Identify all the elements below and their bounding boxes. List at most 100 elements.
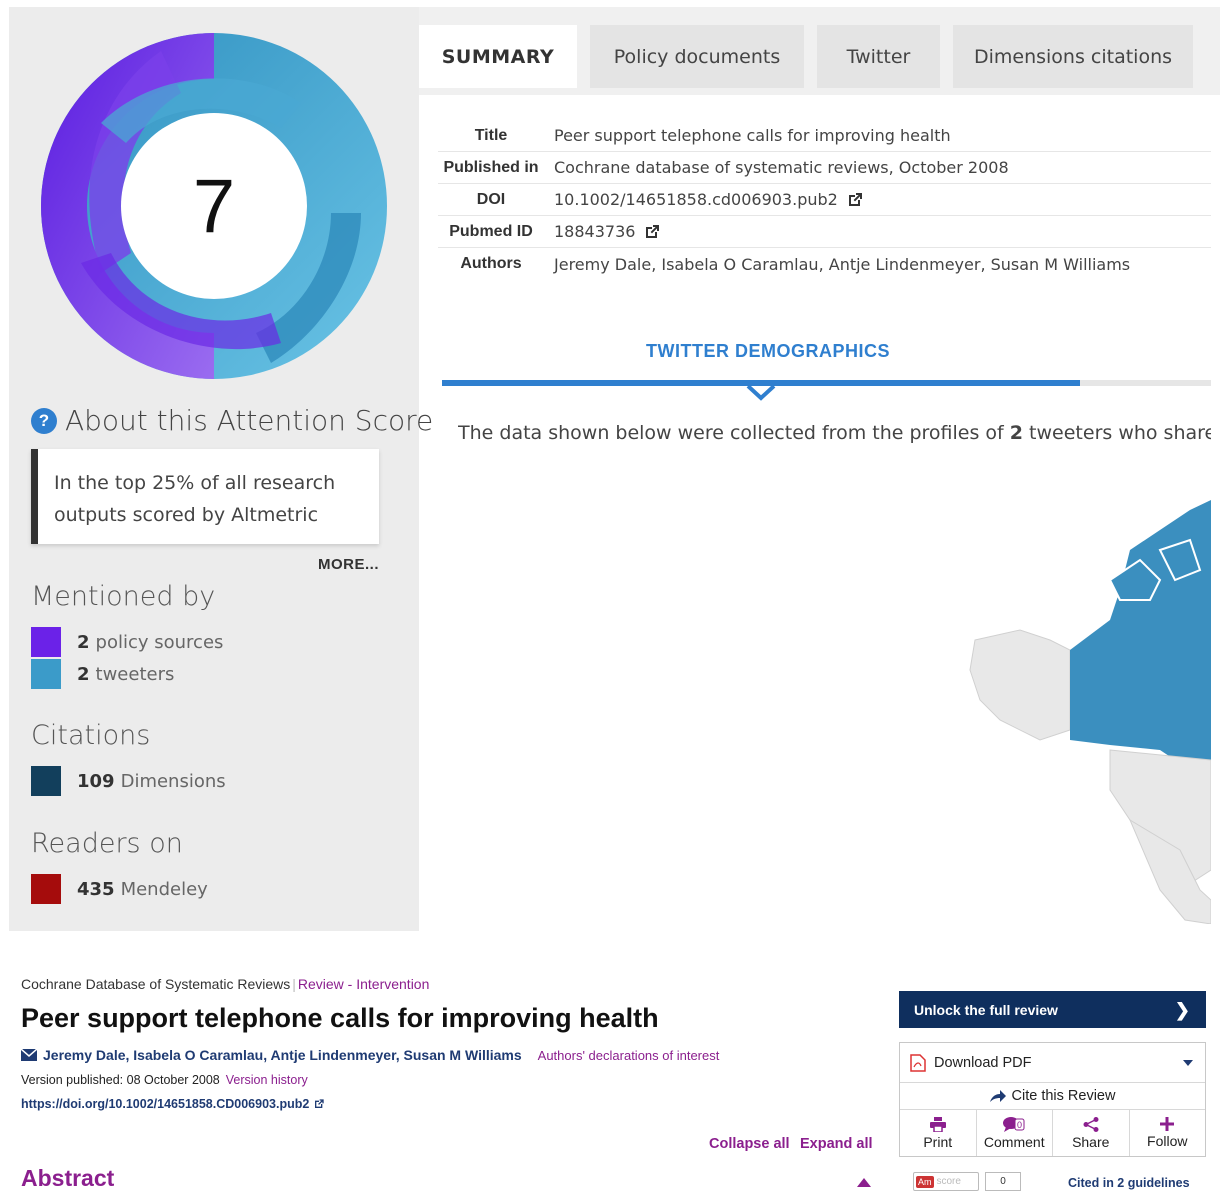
cite-review-button[interactable]: Cite this Review	[900, 1083, 1205, 1110]
policy-count: 2	[77, 631, 90, 653]
summary-table: Title Peer support telephone calls for i…	[438, 120, 1211, 280]
share-label: Share	[1072, 1133, 1110, 1150]
tab-twitter[interactable]: Twitter	[817, 25, 940, 88]
twitter-desc-count: 2	[1009, 422, 1024, 444]
help-icon: ?	[31, 407, 57, 434]
mendeley-count: 435	[77, 878, 115, 900]
expand-all-button[interactable]: Expand all	[800, 1136, 873, 1152]
cite-label: Cite this Review	[1011, 1088, 1116, 1104]
twitter-demographics-bar	[442, 380, 1211, 386]
version-history-link[interactable]: Version history	[226, 1073, 308, 1087]
altmetric-logo: Am	[916, 1175, 934, 1188]
external-link-icon[interactable]	[846, 191, 864, 209]
share-icon	[1083, 1116, 1099, 1132]
version-published: Version published: 08 October 2008	[21, 1073, 220, 1087]
tweeters-count: 2	[77, 663, 90, 685]
twitter-description: The data shown below were collected from…	[458, 422, 1211, 444]
twitter-demographics-title: TWITTER DEMOGRAPHICS	[646, 341, 890, 361]
dimensions-count: 109	[77, 770, 115, 792]
dimensions-swatch	[31, 766, 61, 796]
doi-link[interactable]: 10.1002/14651858.cd006903.pub2	[554, 190, 838, 209]
tab-dimensions-citations[interactable]: Dimensions citations	[953, 25, 1193, 88]
comment-label: Comment	[983, 1133, 1045, 1150]
summary-row-title: Title Peer support telephone calls for i…	[438, 120, 1211, 152]
unlock-label: Unlock the full review	[914, 1001, 1058, 1018]
summary-key: Authors	[460, 255, 522, 272]
altmetric-score-badge: Am score	[913, 1172, 979, 1191]
attention-score: 7	[192, 163, 236, 249]
tweeters-label: tweeters	[95, 663, 175, 685]
journal-name[interactable]: Cochrane Database of Systematic Reviews	[21, 976, 290, 992]
plus-icon	[1160, 1117, 1175, 1131]
authors-line: Jeremy Dale, Isabela O Caramlau, Antje L…	[21, 1047, 719, 1063]
chevron-down-icon	[746, 384, 776, 401]
legend-dimensions[interactable]: 109 Dimensions	[31, 766, 226, 796]
summary-key: Published in	[443, 158, 539, 176]
policy-swatch	[31, 627, 61, 657]
summary-value: Peer support telephone calls for improvi…	[554, 126, 951, 145]
mentioned-by-title: Mentioned by	[31, 581, 216, 612]
altmetric-badge[interactable]: Am score 0	[913, 1172, 1021, 1191]
summary-key: Pubmed ID	[449, 222, 533, 240]
policy-label: policy sources	[95, 631, 224, 653]
external-link-icon[interactable]	[643, 223, 661, 241]
twitter-desc-suffix: tweeters who shared this res	[1029, 422, 1211, 444]
download-pdf-label: Download PDF	[934, 1054, 1032, 1071]
breadcrumb-divider: |	[292, 976, 296, 992]
summary-row-pubmed: Pubmed ID 18843736	[438, 216, 1211, 248]
abstract-heading[interactable]: Abstract	[21, 1165, 114, 1192]
caret-up-icon[interactable]	[857, 1178, 871, 1187]
altmetric-badge-count: 0	[985, 1172, 1021, 1191]
cited-in-guidelines-link[interactable]: Cited in 2 guidelines	[1068, 1176, 1190, 1190]
review-actions: Download PDF Cite this Review Print 0 Co…	[899, 1042, 1206, 1157]
top-percentile-box: In the top 25% of all research outputs s…	[31, 449, 379, 544]
map-alaska	[969, 629, 1071, 741]
altmetric-score-label: score	[936, 1176, 961, 1187]
comment-button[interactable]: 0 Comment	[977, 1110, 1053, 1156]
summary-row-doi: DOI 10.1002/14651858.cd006903.pub2	[438, 184, 1211, 216]
twitter-desc-prefix: The data shown below were collected from…	[458, 422, 1010, 444]
dimensions-label: Dimensions	[120, 770, 226, 792]
caret-down-icon	[1183, 1060, 1193, 1066]
mendeley-label: Mendeley	[120, 878, 208, 900]
external-link-icon	[315, 1099, 324, 1108]
chevron-right-icon: ❯	[1174, 1000, 1190, 1020]
envelope-icon[interactable]	[21, 1049, 37, 1061]
follow-button[interactable]: Follow	[1130, 1110, 1206, 1156]
comment-icon: 0	[1003, 1116, 1025, 1132]
summary-value: Jeremy Dale, Isabela O Caramlau, Antje L…	[554, 254, 1131, 274]
author-names[interactable]: Jeremy Dale, Isabela O Caramlau, Antje L…	[43, 1047, 522, 1063]
summary-row-published: Published in Cochrane database of system…	[438, 152, 1211, 184]
summary-key: DOI	[476, 190, 506, 208]
print-icon	[929, 1116, 946, 1132]
share-button[interactable]: Share	[1053, 1110, 1130, 1156]
collapse-all-button[interactable]: Collapse all	[709, 1136, 790, 1152]
twitter-world-map[interactable]	[960, 490, 1211, 924]
doi-url-text[interactable]: https://doi.org/10.1002/14651858.CD00690…	[21, 1097, 309, 1111]
action-buttons: Print 0 Comment Share Follow	[900, 1110, 1205, 1156]
comment-count: 0	[1017, 1120, 1022, 1130]
tab-summary[interactable]: SUMMARY	[419, 25, 577, 88]
page-title: Peer support telephone calls for improvi…	[21, 1003, 659, 1033]
about-attention-score[interactable]: ? About this Attention Score	[31, 404, 433, 437]
summary-row-authors: Authors Jeremy Dale, Isabela O Caramlau,…	[438, 248, 1211, 280]
mendeley-swatch	[31, 874, 61, 904]
tweeters-swatch	[31, 659, 61, 689]
unlock-review-button[interactable]: Unlock the full review ❯	[899, 991, 1206, 1028]
follow-label: Follow	[1147, 1133, 1188, 1149]
legend-mendeley[interactable]: 435 Mendeley	[31, 874, 208, 904]
breadcrumb: Cochrane Database of Systematic Reviews |…	[21, 976, 429, 992]
legend-policy[interactable]: 2 policy sources	[31, 627, 223, 657]
share-arrow-icon	[989, 1090, 1006, 1102]
citations-title: Citations	[31, 720, 151, 751]
review-type[interactable]: Review - Intervention	[298, 976, 430, 992]
doi-url[interactable]: https://doi.org/10.1002/14651858.CD00690…	[21, 1097, 325, 1111]
more-link[interactable]: MORE...	[318, 556, 379, 573]
legend-tweeters[interactable]: 2 tweeters	[31, 659, 174, 689]
print-button[interactable]: Print	[900, 1110, 977, 1156]
download-pdf-button[interactable]: Download PDF	[900, 1043, 1205, 1083]
declarations-link[interactable]: Authors' declarations of interest	[538, 1048, 720, 1063]
about-title: About this Attention Score	[65, 404, 434, 437]
tab-policy-documents[interactable]: Policy documents	[590, 25, 804, 88]
pubmed-link[interactable]: 18843736	[554, 222, 635, 241]
